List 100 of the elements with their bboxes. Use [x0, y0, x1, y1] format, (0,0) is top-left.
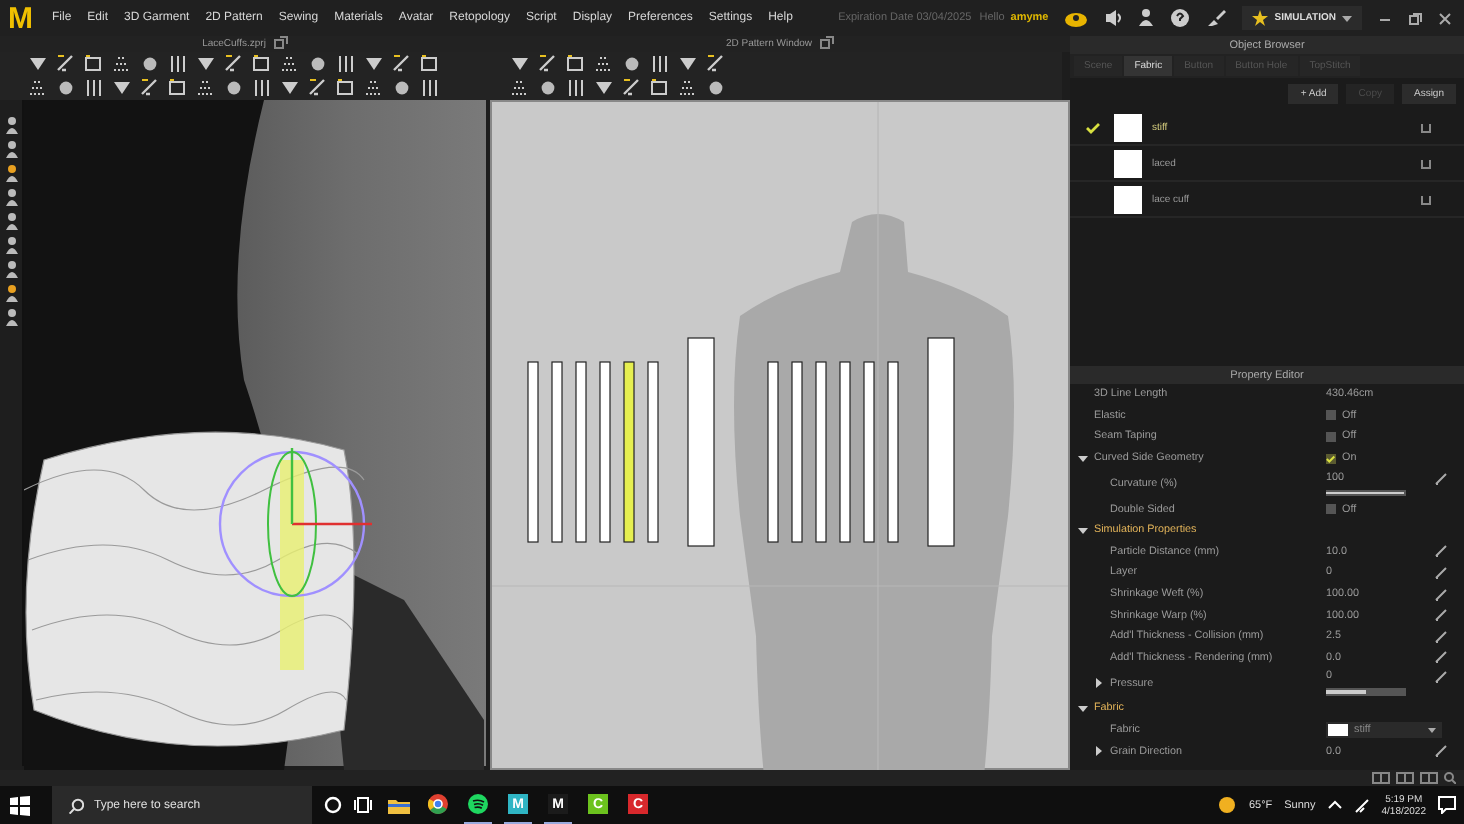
- tool-icon[interactable]: [252, 77, 272, 98]
- tool-icon[interactable]: [650, 53, 670, 74]
- help-icon[interactable]: [1170, 8, 1191, 28]
- tool-icon[interactable]: [566, 53, 586, 74]
- tool-icon[interactable]: [168, 77, 188, 98]
- tool-icon[interactable]: [280, 53, 300, 74]
- pattern-piece[interactable]: [815, 361, 827, 543]
- avatar-tool-icon[interactable]: [3, 164, 19, 182]
- checkbox[interactable]: [1326, 453, 1336, 464]
- tool-icon[interactable]: [420, 53, 440, 74]
- search-icon[interactable]: [1444, 772, 1456, 784]
- cortana-icon[interactable]: [324, 796, 342, 814]
- tool-icon[interactable]: [538, 77, 558, 98]
- pattern-piece[interactable]: [551, 361, 563, 543]
- tool-icon[interactable]: [510, 53, 530, 74]
- avatar-tool-icon[interactable]: [3, 212, 19, 230]
- tool-icon[interactable]: [510, 77, 530, 98]
- tool-icon[interactable]: [196, 53, 216, 74]
- pattern-piece[interactable]: [599, 361, 611, 543]
- tool-icon[interactable]: [336, 53, 356, 74]
- chevron-up-icon[interactable]: [1327, 800, 1342, 810]
- tool-icon[interactable]: [224, 53, 244, 74]
- layout-icon[interactable]: [1420, 772, 1438, 784]
- tool-icon[interactable]: [622, 77, 642, 98]
- notification-icon[interactable]: [1438, 796, 1456, 814]
- avatar-tool-icon[interactable]: [3, 140, 19, 158]
- tool-icon[interactable]: [650, 77, 670, 98]
- expand-arrow-icon[interactable]: [1094, 746, 1104, 757]
- tool-icon[interactable]: [420, 77, 440, 98]
- tool-icon[interactable]: [56, 77, 76, 98]
- avatar-tool-icon[interactable]: [3, 116, 19, 134]
- avatar-tool-icon[interactable]: [3, 260, 19, 278]
- restore-icon[interactable]: [1408, 11, 1422, 25]
- tool-icon[interactable]: [84, 77, 104, 98]
- edit-icon[interactable]: [1434, 544, 1448, 559]
- tool-icon[interactable]: [308, 53, 328, 74]
- tool-icon[interactable]: [594, 77, 614, 98]
- edit-icon[interactable]: [1434, 629, 1448, 644]
- sun-icon[interactable]: [1218, 796, 1237, 814]
- pattern-piece[interactable]: [647, 361, 659, 543]
- avatar-tool-icon[interactable]: [3, 236, 19, 254]
- tool-icon[interactable]: [140, 53, 160, 74]
- layout-icon[interactable]: [1396, 772, 1414, 784]
- tool-icon[interactable]: [392, 53, 412, 74]
- tool-icon[interactable]: [678, 53, 698, 74]
- checkbox[interactable]: [1326, 410, 1336, 421]
- tool-icon[interactable]: [224, 77, 244, 98]
- tool-icon[interactable]: [678, 77, 698, 98]
- edit-icon[interactable]: [1434, 670, 1448, 685]
- pattern-piece[interactable]: [863, 361, 875, 543]
- pattern-piece[interactable]: [575, 361, 587, 543]
- checkbox[interactable]: [1326, 504, 1336, 515]
- tool-icon[interactable]: [538, 53, 558, 74]
- edit-icon[interactable]: [1434, 471, 1448, 486]
- pattern-piece[interactable]: [887, 361, 899, 543]
- slider-track[interactable]: [1326, 688, 1406, 696]
- edit-icon[interactable]: [1434, 608, 1448, 623]
- edit-icon[interactable]: [1434, 565, 1448, 580]
- undock-icon[interactable]: [820, 36, 835, 51]
- speaker-icon[interactable]: [1104, 8, 1123, 28]
- tool-icon[interactable]: [566, 77, 586, 98]
- brush-icon[interactable]: [1206, 8, 1227, 28]
- tool-icon[interactable]: [364, 53, 384, 74]
- undock-icon[interactable]: [273, 36, 288, 51]
- tool-icon[interactable]: [28, 53, 48, 74]
- tool-icon[interactable]: [252, 53, 272, 74]
- layout-icon[interactable]: [1372, 772, 1390, 784]
- pattern-piece[interactable]: [687, 337, 715, 547]
- task-view-icon[interactable]: [354, 796, 372, 814]
- expand-arrow-icon[interactable]: [1094, 678, 1104, 689]
- tool-icon[interactable]: [168, 53, 188, 74]
- tool-icon[interactable]: [622, 53, 642, 74]
- tool-icon[interactable]: [392, 77, 412, 98]
- tool-icon[interactable]: [594, 53, 614, 74]
- pattern-piece[interactable]: [927, 337, 955, 547]
- collapse-arrow-icon[interactable]: [1078, 703, 1088, 714]
- pattern-piece[interactable]: [767, 361, 779, 543]
- collapse-arrow-icon[interactable]: [1078, 525, 1088, 536]
- pattern-piece[interactable]: [623, 361, 635, 543]
- tool-icon[interactable]: [706, 77, 726, 98]
- tool-icon[interactable]: [28, 77, 48, 98]
- tool-icon[interactable]: [280, 77, 300, 98]
- close-icon[interactable]: [1438, 11, 1452, 25]
- person-icon[interactable]: [1138, 8, 1155, 28]
- tool-icon[interactable]: [84, 53, 104, 74]
- pattern-piece[interactable]: [791, 361, 803, 543]
- avatar-tool-icon[interactable]: [3, 308, 19, 326]
- tool-icon[interactable]: [112, 77, 132, 98]
- tool-icon[interactable]: [336, 77, 356, 98]
- edit-icon[interactable]: [1434, 650, 1448, 665]
- avatar-tool-icon[interactable]: [3, 284, 19, 302]
- pattern-piece[interactable]: [839, 361, 851, 543]
- edit-icon[interactable]: [1434, 744, 1448, 759]
- edit-icon[interactable]: [1434, 587, 1448, 602]
- tool-icon[interactable]: [56, 53, 76, 74]
- tool-icon[interactable]: [196, 77, 216, 98]
- tool-icon[interactable]: [364, 77, 384, 98]
- pattern-piece[interactable]: [527, 361, 539, 543]
- 2d-pattern-canvas[interactable]: [490, 100, 1070, 770]
- tool-icon[interactable]: [140, 77, 160, 98]
